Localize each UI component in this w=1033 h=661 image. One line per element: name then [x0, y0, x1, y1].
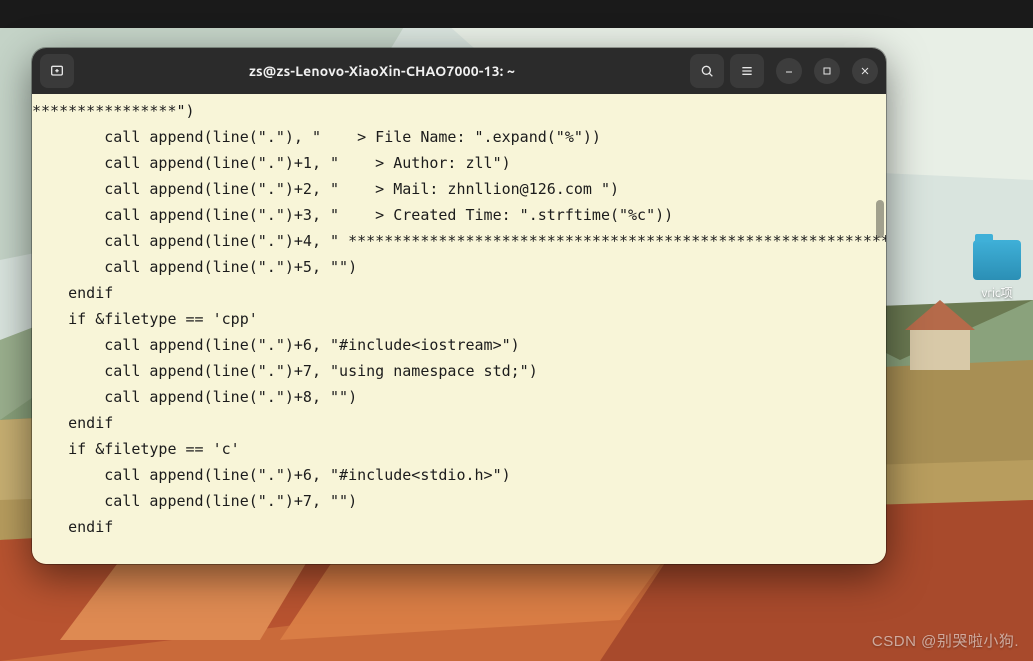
terminal-window: zs@zs-Lenovo-XiaoXin-CHAO7000-13: ~ ****…	[32, 48, 886, 564]
new-tab-button[interactable]	[40, 54, 74, 88]
terminal-content[interactable]: ****************") call append(line(".")…	[32, 94, 886, 540]
window-title: zs@zs-Lenovo-XiaoXin-CHAO7000-13: ~	[80, 63, 684, 79]
menu-button[interactable]	[730, 54, 764, 88]
scrollbar-thumb[interactable]	[876, 200, 884, 238]
folder-icon	[973, 240, 1021, 280]
scrollbar[interactable]	[876, 98, 884, 560]
maximize-icon	[821, 65, 833, 77]
desktop-folder-vric[interactable]: vric项	[969, 240, 1025, 301]
close-icon	[859, 65, 871, 77]
terminal-body[interactable]: ****************") call append(line(".")…	[32, 94, 886, 564]
close-button[interactable]	[852, 58, 878, 84]
minimize-button[interactable]	[776, 58, 802, 84]
gnome-top-bar	[0, 0, 1033, 28]
desktop-folder-label: vric项	[969, 284, 1025, 301]
titlebar: zs@zs-Lenovo-XiaoXin-CHAO7000-13: ~	[32, 48, 886, 94]
new-tab-icon	[49, 63, 65, 79]
search-icon	[699, 63, 715, 79]
watermark: CSDN @别哭啦小狗.	[872, 630, 1019, 651]
menu-icon	[739, 63, 755, 79]
minimize-icon	[783, 65, 795, 77]
search-button[interactable]	[690, 54, 724, 88]
maximize-button[interactable]	[814, 58, 840, 84]
